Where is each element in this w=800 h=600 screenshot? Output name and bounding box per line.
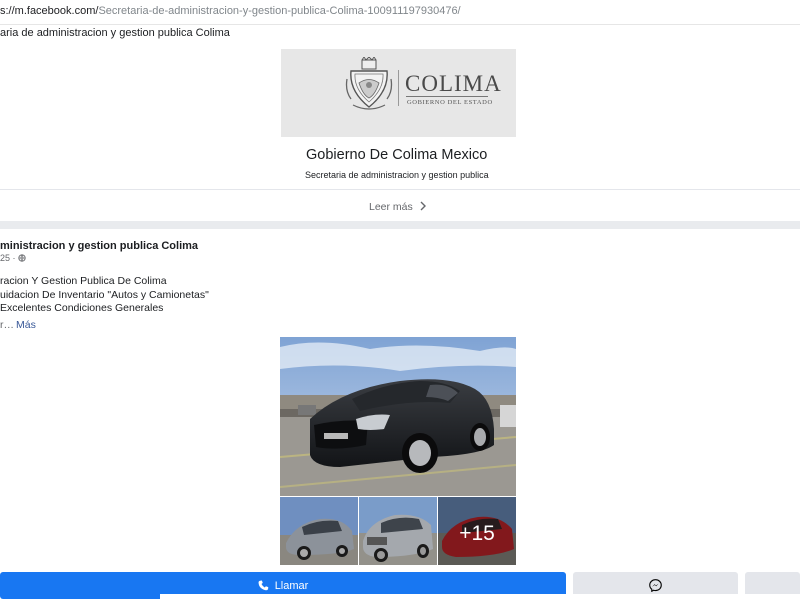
- phone-icon: [258, 580, 268, 591]
- silver-suv-photo: [359, 497, 437, 565]
- post-text-line: Excelentes Condiciones Generales: [0, 302, 164, 314]
- url-path: Secretaria-de-administracion-y-gestion-p…: [98, 5, 461, 17]
- post-photo-thumb[interactable]: [280, 497, 358, 565]
- black-sedan-photo: [280, 337, 516, 496]
- chevron-right-icon: [419, 199, 427, 213]
- globe-icon: [18, 253, 26, 263]
- logo-separator: [398, 70, 399, 106]
- colima-crest-icon: [345, 57, 393, 110]
- post-text-line: uidacion De Inventario "Autos y Camionet…: [0, 289, 209, 301]
- section-separator: [0, 221, 800, 229]
- post-photo-thumb[interactable]: [359, 497, 437, 565]
- see-more-link[interactable]: Más: [16, 319, 36, 331]
- logo-title: COLIMA: [405, 71, 502, 96]
- divider: [0, 189, 800, 190]
- post-author-link[interactable]: ministracion y gestion publica Colima: [0, 240, 198, 252]
- logo-subtitle: GOBIERNO DEL ESTADO: [407, 99, 493, 106]
- silver-hatchback-photo: [280, 497, 358, 565]
- browser-url-bar[interactable]: s://m.facebook.com/Secretaria-de-adminis…: [0, 0, 800, 25]
- call-button-label: Llamar: [274, 579, 309, 592]
- more-photos-count[interactable]: +15: [438, 522, 516, 546]
- read-more-link[interactable]: Leer más: [369, 199, 427, 213]
- post-time: 25: [0, 253, 11, 263]
- logo-rule: [406, 96, 488, 97]
- read-more-label: Leer más: [369, 201, 413, 213]
- bottom-spacer: [160, 594, 800, 600]
- messenger-icon: [649, 579, 662, 592]
- url-host: s://m.facebook.com/: [0, 5, 99, 17]
- url-text[interactable]: s://m.facebook.com/Secretaria-de-adminis…: [0, 5, 461, 17]
- page-header-title: aria de administracion y gestion publica…: [0, 27, 230, 39]
- org-name: Gobierno De Colima Mexico: [306, 147, 488, 163]
- post-meta: 25 ·: [0, 253, 26, 263]
- post-photo-main[interactable]: [280, 337, 516, 496]
- post-text-truncated: r…: [0, 319, 14, 331]
- org-description: Secretaria de administracion y gestion p…: [305, 170, 489, 180]
- post-text-line: racion Y Gestion Publica De Colima: [0, 275, 167, 287]
